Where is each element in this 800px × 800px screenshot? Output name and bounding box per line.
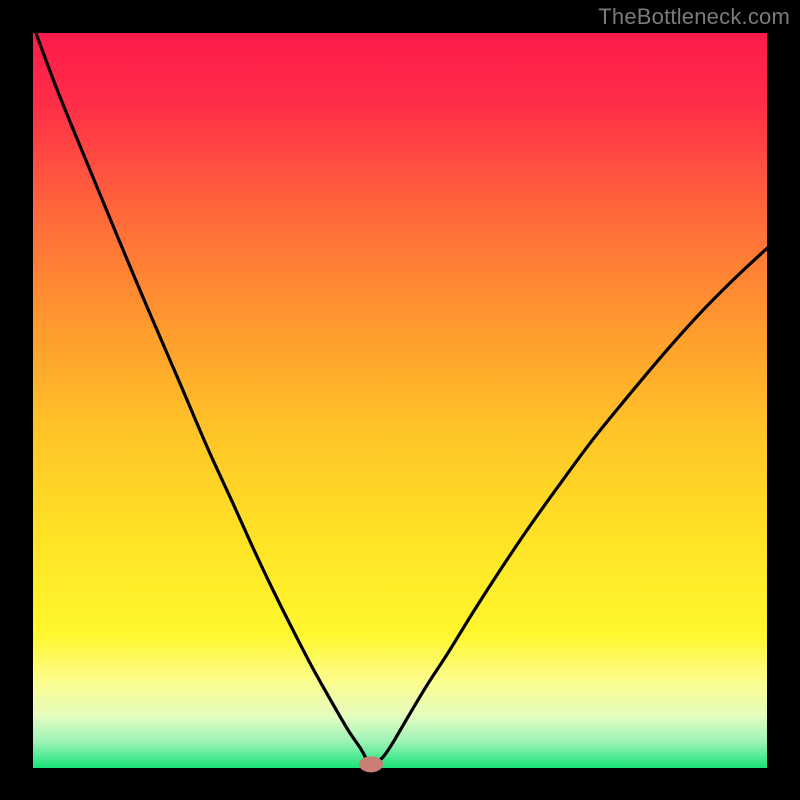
chart-frame: { "watermark": "TheBottleneck.com", "plo… — [0, 0, 800, 800]
plot-background — [33, 33, 767, 768]
watermark: TheBottleneck.com — [598, 4, 790, 30]
bottleneck-marker — [359, 756, 383, 772]
chart-svg — [0, 0, 800, 800]
